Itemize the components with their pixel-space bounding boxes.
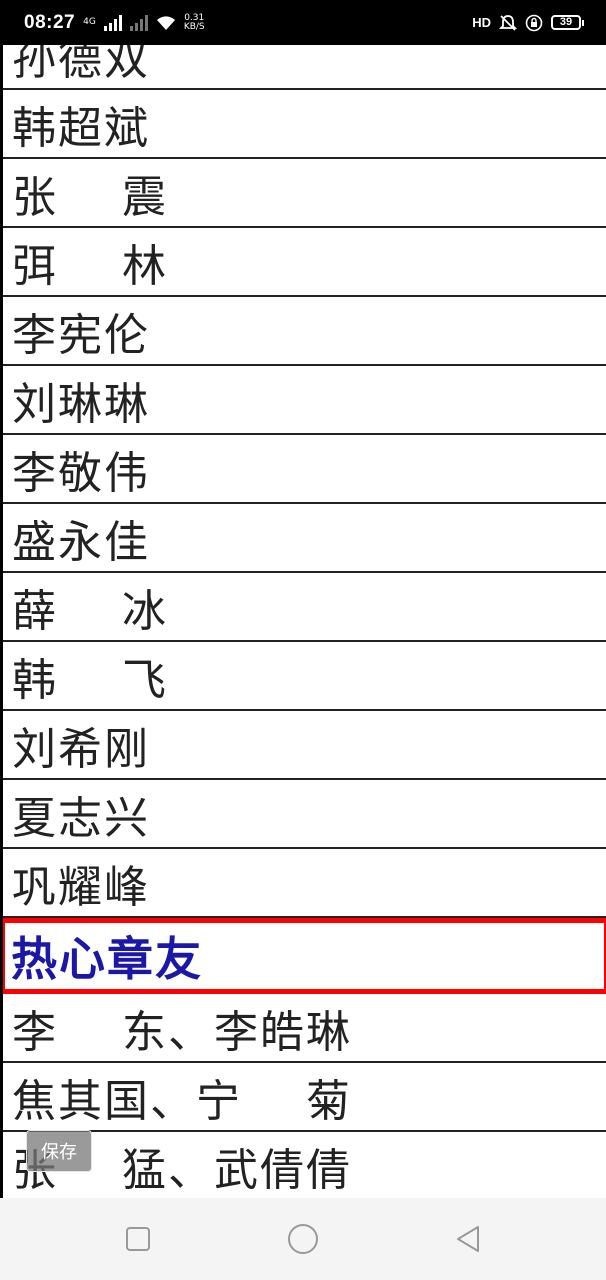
save-button[interactable]: 保存 bbox=[26, 1130, 92, 1172]
table-row: 薛 冰 bbox=[3, 573, 606, 642]
circle-icon bbox=[288, 1224, 318, 1254]
back-button[interactable] bbox=[428, 1198, 508, 1280]
names-table: 孙德双 韩超斌张 震弭 林李宪伦 刘琳琳 李敬伟 盛永佳薛 冰韩 飞刘希刚 夏志兴 巩耀峰热… bbox=[3, 45, 606, 1198]
table-row: 李 东、李皓琳 bbox=[3, 994, 606, 1063]
faint-background-mark bbox=[265, 88, 345, 96]
home-button[interactable] bbox=[263, 1198, 343, 1280]
table-row: 张 猛、武倩倩 bbox=[3, 1132, 606, 1198]
square-icon bbox=[126, 1227, 150, 1251]
navigation-bar bbox=[0, 1198, 606, 1280]
status-right: HD 39 bbox=[472, 14, 584, 32]
table-row: 巩耀峰 bbox=[3, 849, 606, 918]
section-header-row: 热心章友 bbox=[3, 918, 606, 994]
table-row: 张 震 bbox=[3, 159, 606, 228]
network-type-label: 4G bbox=[83, 17, 96, 27]
recent-apps-button[interactable] bbox=[98, 1198, 178, 1280]
table-row: 韩超斌 bbox=[3, 90, 606, 159]
battery-level: 39 bbox=[551, 15, 581, 30]
status-left: 08:27 4G 0.31 KB/S bbox=[24, 12, 205, 34]
notifications-muted-icon bbox=[499, 14, 517, 31]
screen-lock-icon bbox=[525, 14, 543, 31]
table-row: 盛永佳 bbox=[3, 504, 606, 573]
table-row: 李宪伦 bbox=[3, 297, 606, 366]
table-row: 焦其国、宁 菊 bbox=[3, 1063, 606, 1132]
table-row: 刘希刚 bbox=[3, 711, 606, 780]
signal-strength-icon bbox=[103, 14, 122, 31]
document-view[interactable]: 孙德双 韩超斌张 震弭 林李宪伦 刘琳琳 李敬伟 盛永佳薛 冰韩 飞刘希刚 夏志兴 巩耀峰热… bbox=[0, 45, 606, 1198]
table-row: 孙德双 bbox=[3, 45, 606, 90]
table-row: 李敬伟 bbox=[3, 435, 606, 504]
hd-voice-icon: HD bbox=[472, 15, 491, 30]
table-row: 夏志兴 bbox=[3, 780, 606, 849]
table-row: 弭 林 bbox=[3, 228, 606, 297]
signal-no-service-icon bbox=[129, 14, 148, 31]
status-time: 08:27 bbox=[24, 11, 76, 33]
table-row: 韩 飞 bbox=[3, 642, 606, 711]
status-bar: 08:27 4G 0.31 KB/S HD 39 bbox=[0, 0, 606, 45]
battery-icon: 39 bbox=[551, 15, 584, 30]
table-row: 刘琳琳 bbox=[3, 366, 606, 435]
network-speed-unit: KB/S bbox=[183, 21, 205, 32]
network-speed: 0.31 KB/S bbox=[183, 13, 205, 32]
triangle-back-icon bbox=[457, 1226, 479, 1252]
wifi-icon bbox=[156, 15, 175, 30]
